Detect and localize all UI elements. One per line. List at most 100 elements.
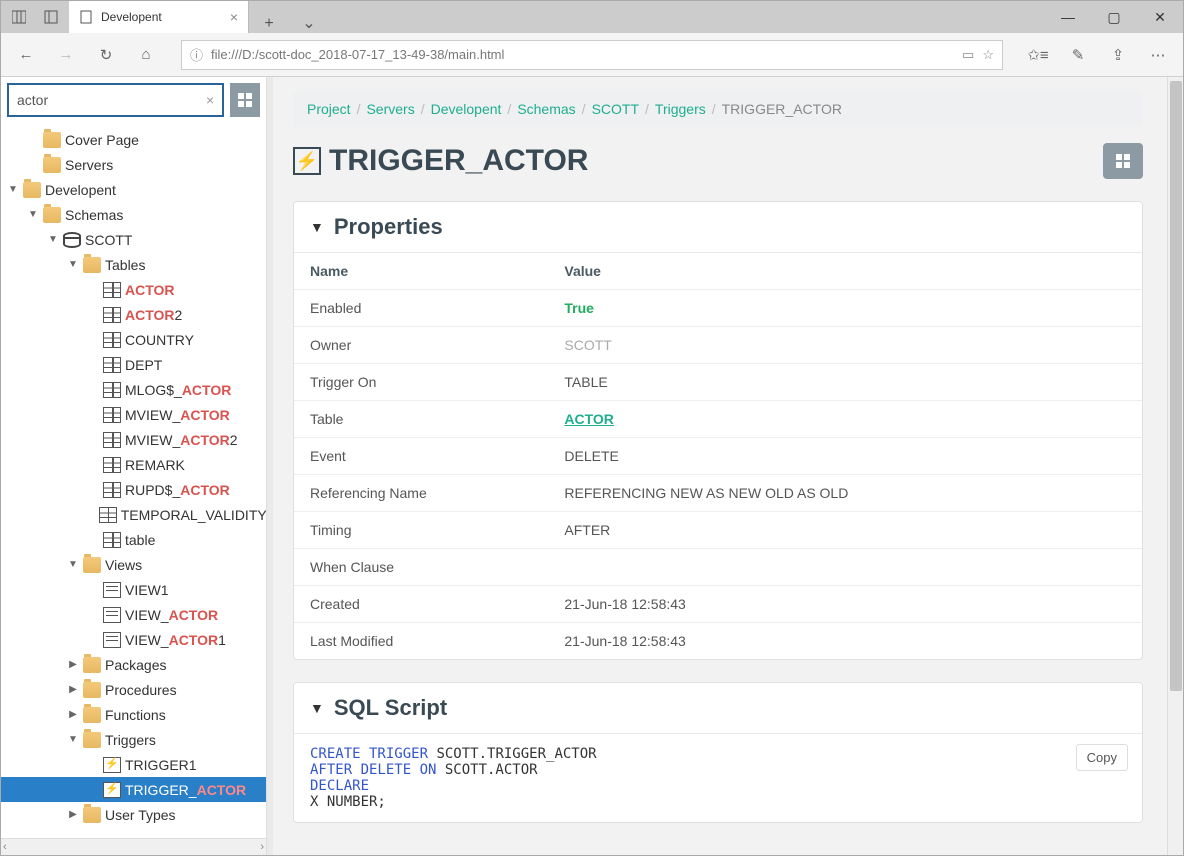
property-value[interactable]: ACTOR bbox=[548, 401, 1142, 438]
table-row: Referencing NameREFERENCING NEW AS NEW O… bbox=[294, 475, 1142, 512]
tree-item[interactable]: ▶VIEW_ACTOR bbox=[1, 602, 266, 627]
tree-item[interactable]: ▶ACTOR bbox=[1, 277, 266, 302]
tree-item[interactable]: ▼Tables bbox=[1, 252, 266, 277]
property-name: Event bbox=[294, 438, 548, 475]
caret-icon[interactable]: ▼ bbox=[67, 559, 79, 570]
tree-item[interactable]: ▶Procedures bbox=[1, 677, 266, 702]
forward-button[interactable]: → bbox=[51, 40, 81, 70]
tree-item[interactable]: ▶VIEW_ACTOR1 bbox=[1, 627, 266, 652]
grid-view-button[interactable] bbox=[1103, 143, 1143, 179]
horizontal-scrollbar[interactable]: ‹› bbox=[1, 838, 266, 855]
tree-item[interactable]: ▶Servers bbox=[1, 152, 266, 177]
caret-icon[interactable]: ▶ bbox=[67, 709, 79, 720]
minimize-button[interactable]: — bbox=[1045, 1, 1091, 33]
back-button[interactable]: ← bbox=[11, 40, 41, 70]
property-name: Table bbox=[294, 401, 548, 438]
tree-item[interactable]: ▶COUNTRY bbox=[1, 327, 266, 352]
tree-item[interactable]: ▶RUPD$_ACTOR bbox=[1, 477, 266, 502]
breadcrumb-link[interactable]: SCOTT bbox=[592, 101, 639, 117]
browser-tab[interactable]: Developent × bbox=[69, 1, 249, 33]
breadcrumb: Project/Servers/Developent/Schemas/SCOTT… bbox=[293, 91, 1143, 127]
more-button[interactable]: ⋯ bbox=[1143, 40, 1173, 70]
tree-item[interactable]: ▶MVIEW_ACTOR bbox=[1, 402, 266, 427]
property-name: Referencing Name bbox=[294, 475, 548, 512]
share-button[interactable]: ⇪ bbox=[1103, 40, 1133, 70]
reading-list-icon[interactable] bbox=[37, 3, 65, 31]
tree-item[interactable]: ▶MVIEW_ACTOR2 bbox=[1, 427, 266, 452]
tree-item[interactable]: ▼Schemas bbox=[1, 202, 266, 227]
folder-icon bbox=[83, 732, 101, 748]
caret-icon[interactable]: ▼ bbox=[67, 734, 79, 745]
property-value: TABLE bbox=[548, 364, 1142, 401]
new-tab-button[interactable]: + bbox=[249, 15, 289, 33]
search-input[interactable] bbox=[17, 92, 198, 108]
breadcrumb-link[interactable]: Project bbox=[307, 101, 351, 117]
properties-header[interactable]: ▼ Properties bbox=[294, 202, 1142, 253]
tree-item[interactable]: ▶Cover Page bbox=[1, 127, 266, 152]
reading-view-icon[interactable]: ▭ bbox=[962, 47, 974, 63]
table-icon bbox=[103, 482, 121, 498]
caret-icon[interactable]: ▶ bbox=[67, 659, 79, 670]
trigger-icon: ⚡ bbox=[293, 147, 321, 175]
tab-close-icon[interactable]: × bbox=[230, 9, 238, 25]
url-bar[interactable]: ⓘ file:///D:/scott-doc_2018-07-17_13-49-… bbox=[181, 40, 1003, 70]
tree-item[interactable]: ▼SCOTT bbox=[1, 227, 266, 252]
grid-view-button[interactable] bbox=[230, 83, 260, 117]
tree-item[interactable]: ▶REMARK bbox=[1, 452, 266, 477]
caret-icon[interactable]: ▼ bbox=[27, 209, 39, 220]
breadcrumb-link[interactable]: Triggers bbox=[655, 101, 706, 117]
trigger-icon bbox=[103, 757, 121, 773]
tree-item[interactable]: ▶ACTOR2 bbox=[1, 302, 266, 327]
sql-script-header[interactable]: ▼ SQL Script bbox=[294, 683, 1142, 734]
favorite-icon[interactable]: ☆ bbox=[982, 47, 994, 63]
info-icon[interactable]: ⓘ bbox=[190, 45, 203, 64]
tree-item[interactable]: ▼Triggers bbox=[1, 727, 266, 752]
tree-item[interactable]: ▶ Functions bbox=[1, 702, 266, 727]
close-button[interactable]: ✕ bbox=[1137, 1, 1183, 33]
caret-icon[interactable]: ▶ bbox=[67, 809, 79, 820]
tree-label: COUNTRY bbox=[125, 332, 194, 348]
property-value bbox=[548, 549, 1142, 586]
tree: ▶Cover Page▶Servers ▼ Developent ▼Schemas▼S… bbox=[1, 123, 266, 838]
folder-icon bbox=[83, 257, 101, 273]
titlebar: Developent × + ⌄ — ▢ ✕ bbox=[1, 1, 1183, 33]
tree-item[interactable]: ▼Views bbox=[1, 552, 266, 577]
tree-item[interactable]: ▶Packages bbox=[1, 652, 266, 677]
caret-down-icon: ▼ bbox=[310, 700, 324, 716]
tabs-dropdown-icon[interactable]: ⌄ bbox=[289, 13, 329, 33]
search-box[interactable]: × bbox=[7, 83, 224, 117]
view-icon bbox=[103, 582, 121, 598]
caret-icon[interactable]: ▼ bbox=[7, 184, 19, 195]
sidebar-toggle-icon[interactable] bbox=[5, 3, 33, 31]
caret-icon[interactable]: ▼ bbox=[47, 234, 59, 245]
clear-search-icon[interactable]: × bbox=[206, 92, 214, 108]
favorites-button[interactable]: ✩≡ bbox=[1023, 40, 1053, 70]
copy-button[interactable]: Copy bbox=[1076, 744, 1128, 771]
tree-item[interactable]: ▶VIEW1 bbox=[1, 577, 266, 602]
tree-item[interactable]: ▶TRIGGER1 bbox=[1, 752, 266, 777]
refresh-button[interactable]: ↻ bbox=[91, 40, 121, 70]
breadcrumb-link[interactable]: Schemas bbox=[517, 101, 575, 117]
tree-item[interactable]: ▶DEPT bbox=[1, 352, 266, 377]
tree-label: Developent bbox=[45, 182, 116, 198]
folder-icon bbox=[83, 557, 101, 573]
caret-icon[interactable]: ▶ bbox=[67, 684, 79, 695]
tree-item[interactable]: ▶TRIGGER_ACTOR bbox=[1, 777, 266, 802]
tree-item[interactable]: ▶table bbox=[1, 527, 266, 552]
maximize-button[interactable]: ▢ bbox=[1091, 1, 1137, 33]
sql-line: AFTER DELETE ON SCOTT.ACTOR bbox=[310, 762, 1126, 778]
vertical-scrollbar[interactable] bbox=[1167, 77, 1183, 855]
tree-item[interactable]: ▼ Developent bbox=[1, 177, 266, 202]
breadcrumb-link[interactable]: Developent bbox=[431, 101, 502, 117]
main-panel: Project/Servers/Developent/Schemas/SCOTT… bbox=[267, 77, 1183, 855]
tree-label: Functions bbox=[105, 707, 166, 723]
tree-item[interactable]: ▶TEMPORAL_VALIDITY_DEMO bbox=[1, 502, 266, 527]
tree-item[interactable]: ▶MLOG$_ACTOR bbox=[1, 377, 266, 402]
tree-item[interactable]: ▶User Types bbox=[1, 802, 266, 827]
home-button[interactable]: ⌂ bbox=[131, 40, 161, 70]
db-icon bbox=[63, 232, 81, 248]
breadcrumb-link[interactable]: Servers bbox=[366, 101, 414, 117]
notes-button[interactable]: ✎ bbox=[1063, 40, 1093, 70]
caret-icon[interactable]: ▼ bbox=[67, 259, 79, 270]
property-value: SCOTT bbox=[548, 327, 1142, 364]
